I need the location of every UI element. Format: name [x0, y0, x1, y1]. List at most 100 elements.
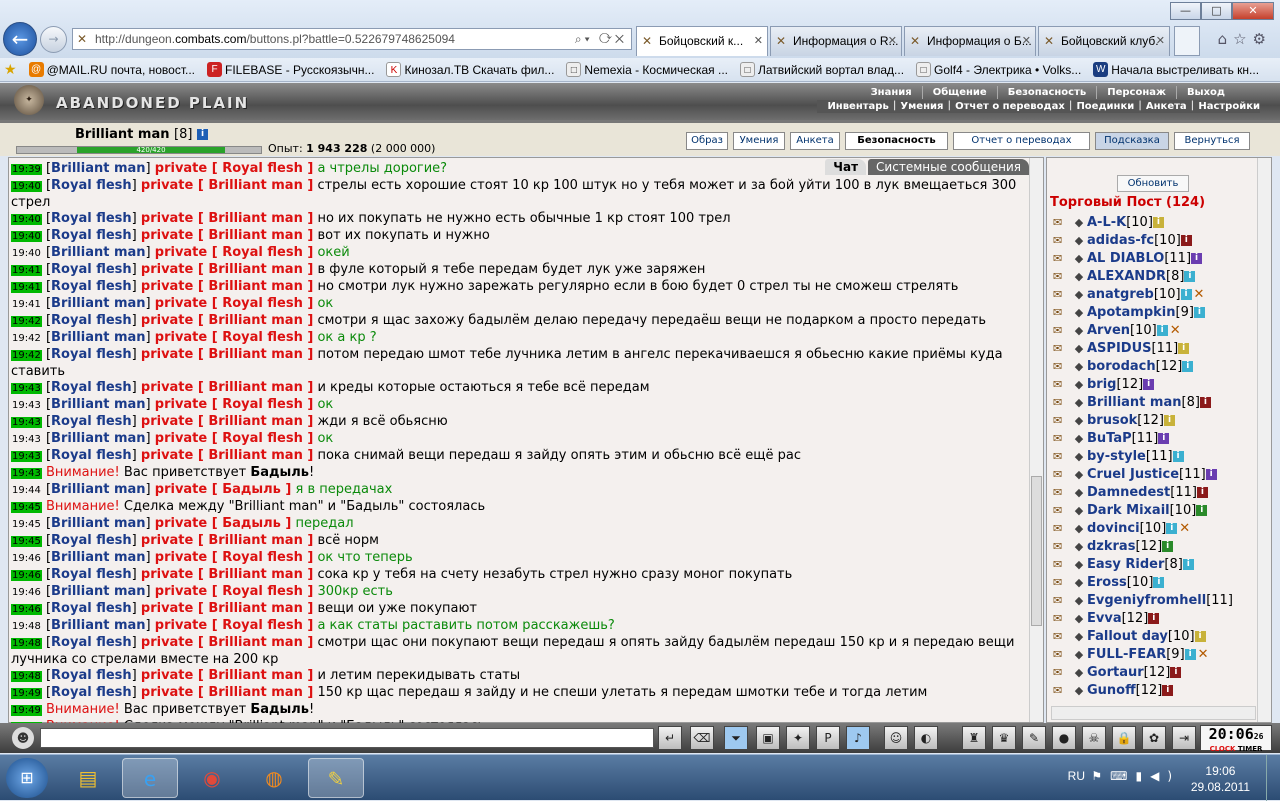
user-row[interactable]: ✉ ◆ brusok[12] i	[1053, 412, 1257, 430]
user-row[interactable]: ✉ ◆ dovinci[10] i ✕	[1053, 520, 1257, 538]
chat-sender[interactable]: Royal flesh	[51, 685, 132, 700]
helmet-icon[interactable]: ◐	[914, 726, 938, 750]
bookmark-item[interactable]: W Начала выстреливать кн...	[1093, 62, 1259, 77]
user-name[interactable]: Brilliant man	[1087, 395, 1182, 410]
chat-sender[interactable]: Royal flesh	[51, 228, 132, 243]
eraser-icon[interactable]: ⌫	[690, 726, 714, 750]
skull-icon[interactable]: ☠	[1082, 726, 1106, 750]
user-row[interactable]: ✉ ◆ Eross[10] i	[1053, 574, 1257, 592]
user-row[interactable]: ✉ ◆ borodach[12] i	[1053, 358, 1257, 376]
user-list-hscrollbar[interactable]	[1051, 706, 1256, 720]
user-info-icon[interactable]: i	[1153, 577, 1165, 588]
fighter-icon[interactable]: ✦	[786, 726, 810, 750]
private-recipient[interactable]: private [ Brilliant man ]	[141, 601, 313, 616]
private-message-icon[interactable]: ✉	[1053, 448, 1071, 466]
user-name[interactable]: Damnedest	[1087, 485, 1170, 500]
tab-close-icon[interactable]: ✕	[1156, 27, 1165, 55]
user-info-icon[interactable]: i	[1180, 235, 1192, 246]
submenu-anketa[interactable]: Анкета	[1146, 100, 1187, 113]
otchet-button[interactable]: Отчет о переводах	[953, 132, 1090, 150]
private-message-icon[interactable]: ✉	[1053, 394, 1071, 412]
user-name[interactable]: ASPIDUS	[1087, 341, 1152, 356]
anketa-button[interactable]: Анкета	[790, 132, 840, 150]
chat-sender[interactable]: Royal flesh	[51, 380, 132, 395]
user-name[interactable]: borodach	[1087, 359, 1156, 374]
paint-icon[interactable]: ✎	[308, 758, 364, 798]
user-info-icon[interactable]: i	[1152, 217, 1164, 228]
user-info-icon[interactable]: i	[1184, 649, 1196, 660]
forward-button[interactable]: →	[40, 26, 67, 53]
chat-sender[interactable]: Brilliant man	[51, 550, 146, 565]
private-recipient[interactable]: private [ Brilliant man ]	[141, 211, 313, 226]
user-info-icon[interactable]: i	[1162, 685, 1174, 696]
user-row[interactable]: ✉ ◆ A-L-K[10] i	[1053, 214, 1257, 232]
user-row[interactable]: ✉ ◆ ASPIDUS[11] i	[1053, 340, 1257, 358]
browser-tab[interactable]: ✕ Бойцовский клуб. ✕	[1038, 26, 1170, 56]
private-recipient[interactable]: private [ Бадыль ]	[155, 482, 292, 497]
private-message-icon[interactable]: ✉	[1053, 250, 1071, 268]
browser-tab[interactable]: ✕ Информация о Б... ✕	[904, 26, 1036, 56]
private-recipient[interactable]: private [ Brilliant man ]	[141, 380, 313, 395]
save-icon[interactable]: ▣	[756, 726, 780, 750]
private-message-icon[interactable]: ✉	[1053, 628, 1071, 646]
user-info-icon[interactable]: i	[1156, 325, 1168, 336]
explorer-icon[interactable]: ▤	[60, 758, 116, 798]
private-message-icon[interactable]: ✉	[1053, 520, 1071, 538]
user-name[interactable]: Fallout day	[1087, 629, 1168, 644]
private-message-icon[interactable]: ✉	[1053, 304, 1071, 322]
chat-sender[interactable]: Brilliant man	[51, 245, 146, 260]
private-message-icon[interactable]: ✉	[1053, 376, 1071, 394]
menu-vyhod[interactable]: Выход	[1177, 86, 1235, 99]
private-recipient[interactable]: private [ Brilliant man ]	[141, 635, 313, 650]
chat-sender[interactable]: Royal flesh	[51, 347, 132, 362]
chat-sender[interactable]: Brilliant man	[51, 296, 146, 311]
user-row[interactable]: ✉ ◆ Evva[12] i	[1053, 610, 1257, 628]
user-info-icon[interactable]: i	[1182, 361, 1194, 372]
browser-tab[interactable]: ✕ Информация о R... ✕	[770, 26, 902, 56]
menu-znaniya[interactable]: Знания	[861, 86, 923, 99]
minimize-button[interactable]: —	[1170, 2, 1201, 20]
pl-icon[interactable]: P	[816, 726, 840, 750]
submenu-umeniya[interactable]: Умения	[900, 100, 943, 113]
user-name[interactable]: brig	[1087, 377, 1116, 392]
chat-sender[interactable]: Brilliant man	[51, 330, 146, 345]
user-info-icon[interactable]: i	[1196, 505, 1208, 516]
send-icon[interactable]: ↵	[658, 726, 682, 750]
exit-icon[interactable]: ⇥	[1172, 726, 1196, 750]
chat-input[interactable]	[40, 728, 654, 748]
user-info-icon[interactable]: i	[1191, 253, 1203, 264]
submenu-poedinki[interactable]: Поединки	[1076, 100, 1134, 113]
system-clock[interactable]: 19:06 29.08.2011	[1191, 763, 1250, 795]
chat-scrollbar[interactable]	[1029, 158, 1043, 722]
tab-system-messages[interactable]: Системные сообщения	[868, 159, 1029, 175]
tab-chat[interactable]: Чат	[825, 159, 867, 175]
system-message-nick[interactable]: Бадыль	[250, 702, 309, 717]
chat-sender[interactable]: Royal flesh	[51, 211, 132, 226]
address-bar[interactable]: ✕ http://dungeon.combats.com/buttons.pl?…	[72, 28, 632, 50]
bookmark-item[interactable]: □ Латвийский вортал влад...	[740, 62, 904, 77]
private-message-icon[interactable]: ✉	[1053, 232, 1071, 250]
chat-sender[interactable]: Brilliant man	[51, 516, 146, 531]
chat-sender[interactable]: Royal flesh	[51, 601, 132, 616]
user-info-icon[interactable]: i	[1158, 433, 1170, 444]
user-name[interactable]: A-L-K	[1087, 215, 1126, 230]
user-row[interactable]: ✉ ◆ BuTaP[11] i	[1053, 430, 1257, 448]
menu-obshchenie[interactable]: Общение	[923, 86, 998, 99]
new-tab-button[interactable]	[1174, 26, 1200, 56]
private-message-icon[interactable]: ✉	[1053, 610, 1071, 628]
chat-sender[interactable]: Royal flesh	[51, 635, 132, 650]
ie-icon[interactable]: e	[122, 758, 178, 798]
user-row[interactable]: ✉ ◆ adidas-fc[10] i	[1053, 232, 1257, 250]
private-recipient[interactable]: private [ Brilliant man ]	[141, 533, 313, 548]
private-message-icon[interactable]: ✉	[1053, 592, 1071, 610]
user-name[interactable]: Evva	[1087, 611, 1122, 626]
user-row[interactable]: ✉ ◆ anatgreb[10] i ✕	[1053, 286, 1257, 304]
user-name[interactable]: Eross	[1087, 575, 1127, 590]
private-message-icon[interactable]: ✉	[1053, 268, 1071, 286]
chat-sender[interactable]: Brilliant man	[51, 431, 146, 446]
user-info-icon[interactable]: i	[1205, 469, 1217, 480]
umeniya-button[interactable]: Умения	[733, 132, 785, 150]
user-row[interactable]: ✉ ◆ ALEXANDR[8] i	[1053, 268, 1257, 286]
firefox-icon[interactable]: ◍	[246, 758, 302, 798]
chat-sender[interactable]: Royal flesh	[51, 262, 132, 277]
